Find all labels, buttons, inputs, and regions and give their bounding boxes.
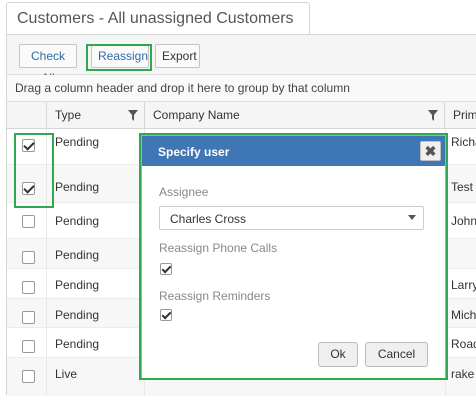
row-primary: Mich: [451, 308, 476, 322]
row-type: Pending: [55, 248, 100, 262]
row-checkbox[interactable]: [22, 215, 35, 228]
row-checkbox-cell: [7, 203, 47, 238]
row-checkbox-cell: [7, 269, 47, 298]
assignee-value: Charles Cross: [170, 212, 247, 226]
grid-header: Type Company Name Prim: [7, 102, 476, 129]
cancel-button[interactable]: Cancel: [365, 342, 428, 367]
row-type: Pending: [55, 135, 100, 149]
specify-user-dialog: Specify user ✖ Assignee Charles Cross Re…: [141, 135, 446, 379]
row-checkbox-cell: [7, 358, 47, 396]
row-primary: rake: [451, 367, 475, 381]
row-type: Live: [55, 367, 78, 381]
row-checkbox-cell: [7, 299, 47, 327]
row-checkbox[interactable]: [22, 251, 35, 264]
column-header-type[interactable]: Type: [47, 102, 145, 129]
row-primary: Larry: [451, 278, 476, 292]
page-title: Customers - All unassigned Customers: [17, 10, 294, 27]
reassign-reminders-checkbox[interactable]: [160, 309, 172, 321]
column-header-company-label: Company Name: [153, 108, 240, 122]
reassign-button[interactable]: Reassign: [91, 44, 149, 68]
group-by-hint: Drag a column header and drop it here to…: [15, 81, 350, 95]
reassign-phone-calls-label: Reassign Phone Calls: [159, 241, 278, 255]
assignee-select[interactable]: Charles Cross: [159, 206, 424, 230]
row-type: Pending: [55, 308, 100, 322]
close-icon[interactable]: ✖: [420, 141, 441, 161]
row-type: Pending: [55, 337, 100, 351]
column-header-type-label: Type: [55, 108, 82, 122]
row-checkbox[interactable]: [22, 311, 35, 324]
row-checkbox[interactable]: [22, 182, 35, 195]
group-by-bar[interactable]: Drag a column header and drop it here to…: [7, 75, 476, 102]
row-primary: Test: [451, 180, 474, 194]
export-button[interactable]: Export: [155, 44, 200, 68]
row-checkbox-cell: [7, 239, 47, 268]
row-checkbox-cell: [7, 328, 47, 357]
row-checkbox-cell: [7, 129, 47, 164]
column-header-primary[interactable]: Prim: [445, 102, 476, 129]
reassign-reminders-label: Reassign Reminders: [159, 289, 271, 303]
dialog-title: Specify user: [158, 145, 230, 159]
check-all-button[interactable]: Check All: [19, 44, 77, 85]
row-primary: John: [451, 214, 476, 228]
row-checkbox-cell: [7, 165, 47, 202]
column-header-primary-label: Prim: [453, 108, 476, 122]
reassign-phone-calls-checkbox[interactable]: [160, 263, 172, 275]
row-checkbox[interactable]: [22, 370, 35, 383]
page-title-tab: Customers - All unassigned Customers: [6, 2, 310, 36]
row-primary: Road: [451, 337, 476, 351]
row-primary: Richa: [451, 135, 476, 149]
row-checkbox[interactable]: [22, 340, 35, 353]
row-checkbox[interactable]: [22, 139, 35, 152]
filter-icon[interactable]: [428, 110, 438, 121]
filter-icon[interactable]: [128, 110, 138, 121]
row-type: Pending: [55, 278, 100, 292]
row-type: Pending: [55, 214, 100, 228]
column-header-company-name[interactable]: Company Name: [145, 102, 445, 129]
chevron-down-icon: [408, 215, 416, 220]
row-type: Pending: [55, 180, 100, 194]
ok-button[interactable]: Ok: [318, 342, 358, 367]
dialog-title-bar: Specify user: [142, 136, 445, 166]
toolbar: Check All Reassign Export: [7, 35, 476, 85]
row-checkbox[interactable]: [22, 281, 35, 294]
header-checkbox-column: [7, 102, 47, 129]
assignee-label: Assignee: [159, 185, 209, 199]
